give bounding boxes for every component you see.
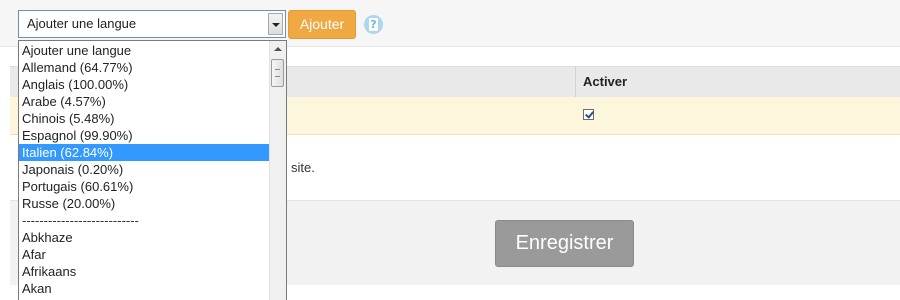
dropdown-option[interactable]: Afrikaans [19, 263, 270, 280]
language-select-value: Ajouter une langue [27, 16, 137, 31]
info-text: site. [291, 160, 315, 175]
dropdown-option[interactable]: Espagnol (99.90%) [19, 127, 270, 144]
scroll-up-arrow-icon[interactable] [270, 41, 286, 57]
dropdown-option[interactable]: Abkhaze [19, 229, 270, 246]
help-icon[interactable] [364, 15, 383, 34]
dropdown-option[interactable]: Ajouter une langue [19, 42, 270, 59]
dropdown-options: Ajouter une langue Allemand (64.77%) Angla… [19, 42, 270, 297]
language-dropdown-list[interactable]: Ajouter une langue Allemand (64.77%) Angla… [18, 40, 287, 300]
language-select[interactable]: Ajouter une langue [18, 10, 286, 38]
dropdown-option[interactable]: Portugais (60.61%) [19, 178, 270, 195]
dropdown-option[interactable]: Chinois (5.48%) [19, 110, 270, 127]
dropdown-option[interactable]: Italien (62.84%) [19, 144, 270, 161]
dropdown-option[interactable]: Akan [19, 280, 270, 297]
column-header-activer[interactable]: Activer [583, 67, 627, 97]
dropdown-option[interactable]: Afar [19, 246, 270, 263]
dropdown-option[interactable]: Japonais (0.20%) [19, 161, 270, 178]
column-divider [575, 67, 576, 97]
activer-checkbox[interactable] [583, 109, 594, 120]
add-language-button[interactable]: Ajouter [288, 10, 356, 39]
dropdown-scrollbar[interactable] [269, 41, 286, 300]
dropdown-option[interactable]: Russe (20.00%) [19, 195, 270, 212]
dropdown-option[interactable]: --------------------------- [19, 212, 270, 229]
save-button[interactable]: Enregistrer [495, 220, 634, 267]
scroll-thumb[interactable] [271, 59, 284, 87]
dropdown-arrow-icon[interactable] [268, 13, 283, 35]
dropdown-option[interactable]: Arabe (4.57%) [19, 93, 270, 110]
dropdown-option[interactable]: Anglais (100.00%) [19, 76, 270, 93]
dropdown-option[interactable]: Allemand (64.77%) [19, 59, 270, 76]
